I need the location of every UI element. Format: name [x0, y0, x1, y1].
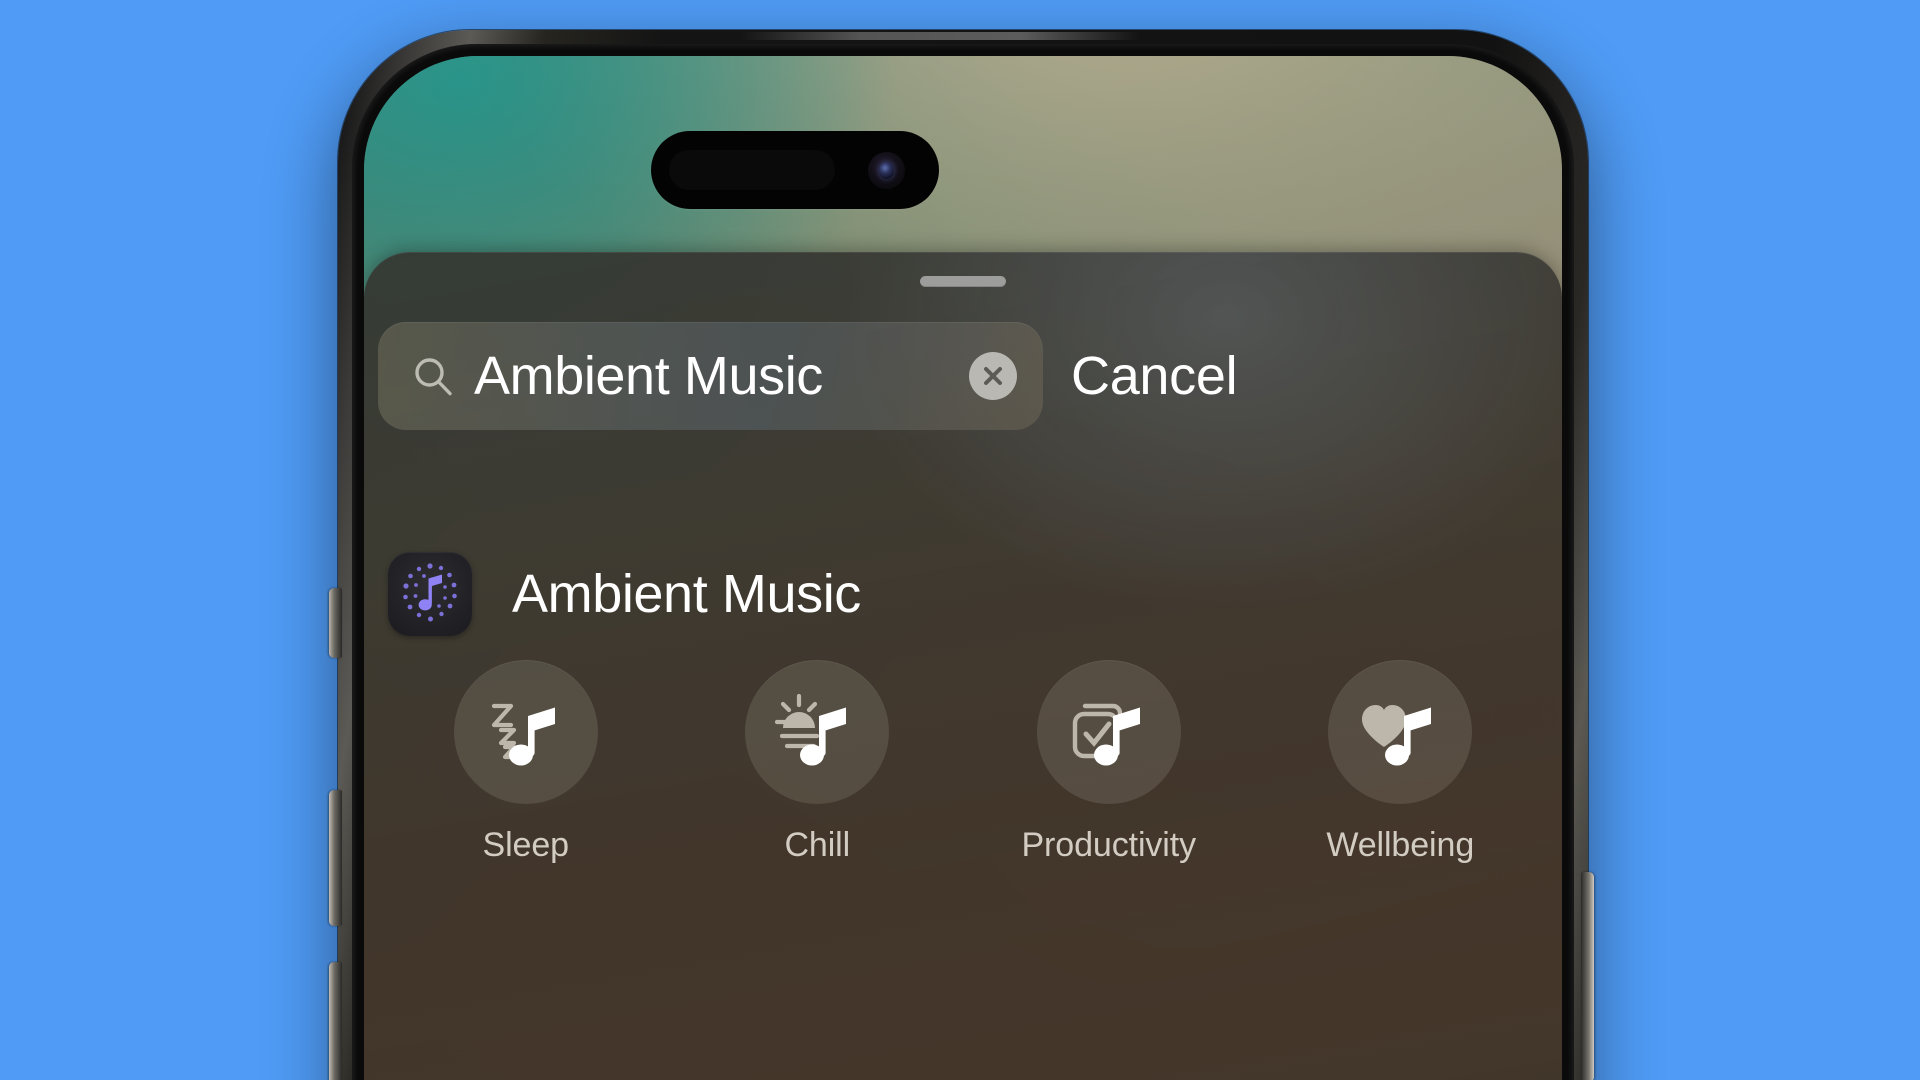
checkbox-stack-music-note-icon: [1072, 703, 1140, 766]
category-label: Sleep: [482, 826, 570, 864]
category-label: Productivity: [1021, 826, 1197, 864]
app-result-row[interactable]: Ambient Music: [388, 552, 861, 636]
category-circle-productivity: [1036, 660, 1181, 804]
front-camera: [868, 152, 905, 189]
zzz-music-note-icon: [491, 703, 555, 766]
sunrise-music-note-icon: [775, 693, 847, 766]
clear-search-button[interactable]: [969, 352, 1017, 400]
sheet-drag-handle[interactable]: [920, 276, 1006, 287]
volume-up-button[interactable]: [329, 790, 342, 926]
search-icon: [415, 358, 452, 396]
category-item-productivity[interactable]: Productivity: [963, 660, 1255, 865]
app-icon-artwork: [403, 563, 457, 622]
search-bar-row: Ambient Music Cancel: [378, 320, 1548, 432]
category-item-chill[interactable]: Chill: [672, 660, 964, 865]
phone-screen: Ambient Music Cancel Ambient Music Sleep…: [364, 56, 1562, 1080]
category-circle-sleep: [453, 660, 598, 804]
dynamic-island: [651, 131, 939, 209]
category-circle-wellbeing: [1328, 660, 1473, 804]
category-item-sleep[interactable]: Sleep: [380, 660, 672, 865]
volume-down-button[interactable]: [329, 962, 342, 1080]
search-input-value[interactable]: Ambient Music: [474, 345, 969, 407]
action-button[interactable]: [329, 588, 342, 658]
ambient-music-app-icon[interactable]: [388, 552, 472, 636]
cancel-button[interactable]: Cancel: [1071, 345, 1238, 407]
frame-gloss-highlight: [740, 32, 1140, 40]
heart-music-note-icon: [1362, 705, 1432, 766]
category-item-wellbeing[interactable]: Wellbeing: [1255, 660, 1547, 865]
power-button[interactable]: [1581, 872, 1594, 1080]
search-sheet: Ambient Music Cancel Ambient Music Sleep…: [364, 252, 1562, 1080]
camera-lens: [879, 162, 894, 179]
category-label: Chill: [784, 826, 851, 864]
search-field[interactable]: Ambient Music: [378, 322, 1043, 430]
earpiece-speaker: [669, 150, 835, 190]
category-label: Wellbeing: [1326, 826, 1475, 864]
category-circle-chill: [745, 660, 890, 804]
close-icon: [984, 367, 1002, 385]
app-result-label: Ambient Music: [512, 564, 861, 624]
category-grid: Sleep Chill Productivity Wellbeing: [380, 660, 1546, 865]
